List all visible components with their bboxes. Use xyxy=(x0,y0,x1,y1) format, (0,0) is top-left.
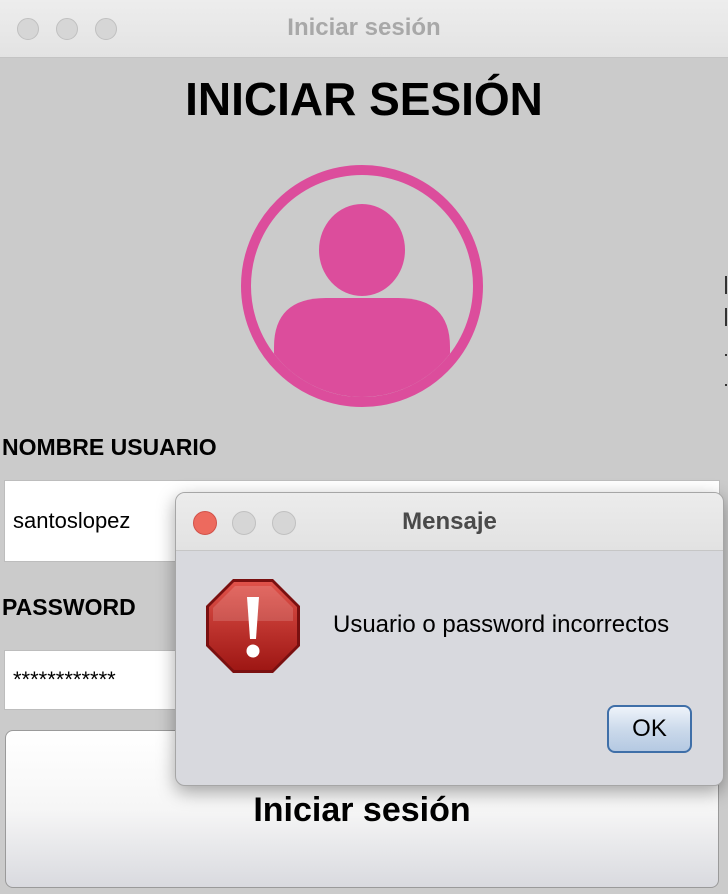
page-title: INICIAR SESIÓN xyxy=(185,73,543,125)
password-label: PASSWORD xyxy=(2,594,136,620)
error-stop-icon xyxy=(206,579,300,673)
ok-button[interactable]: OK xyxy=(607,705,692,753)
message-dialog: Mensaje Usuario o password incorrectos O… xyxy=(175,492,724,786)
window-edge-marks xyxy=(722,270,728,390)
dialog-titlebar[interactable]: Mensaje xyxy=(176,493,723,551)
user-avatar-icon xyxy=(241,165,483,407)
window-title: Iniciar sesión xyxy=(287,14,441,41)
dialog-title: Mensaje xyxy=(402,508,497,535)
login-button-label: Iniciar sesión xyxy=(253,791,471,829)
dialog-message: Usuario o password incorrectos xyxy=(333,611,670,638)
username-label: NOMBRE USUARIO xyxy=(2,434,217,460)
window-titlebar[interactable]: Iniciar sesión xyxy=(0,0,728,58)
